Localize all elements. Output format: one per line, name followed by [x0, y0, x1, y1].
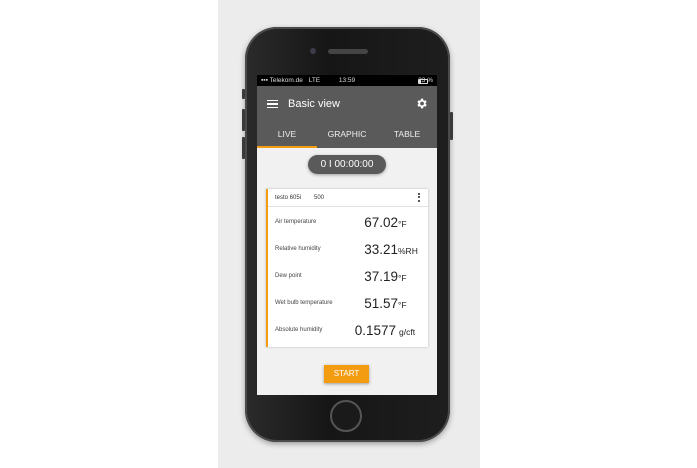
measurement-timer: 0 I 00:00:00: [308, 155, 386, 174]
tab-table[interactable]: TABLE: [377, 122, 437, 148]
more-options-icon[interactable]: [418, 193, 420, 203]
device-name: testo 605i: [275, 195, 302, 201]
reading-unit: °F: [398, 219, 407, 229]
reading-row-absolute-humidity: Absolute humidity 0.1577 g/cft: [268, 317, 428, 344]
volume-up-button: [242, 109, 245, 131]
clock: 13:59: [338, 77, 356, 84]
card-header: testo 605i 500: [268, 189, 428, 207]
reading-unit: °F: [398, 273, 407, 283]
start-button[interactable]: START: [324, 365, 369, 383]
device-serial: 500: [314, 195, 325, 201]
device-readings-card: testo 605i 500 Air temperature 67.02 °F …: [266, 189, 428, 347]
reading-value: 0.1577: [354, 323, 396, 338]
phone-frame: ▪▪▪ Telekom.de LTE 13:59 23 % Basic view…: [242, 27, 453, 442]
hamburger-menu-icon[interactable]: [267, 100, 278, 108]
reading-row-dew-point: Dew point 37.19 °F: [268, 263, 428, 290]
app-screen: ▪▪▪ Telekom.de LTE 13:59 23 % Basic view…: [257, 75, 437, 395]
page-title: Basic view: [288, 98, 340, 110]
view-tabs: LIVE GRAPHIC TABLE: [257, 122, 437, 148]
battery-status: 23 %: [418, 77, 433, 84]
mute-switch: [242, 89, 245, 99]
reading-label: Wet bulb temperature: [275, 300, 333, 306]
app-bar: Basic view: [257, 86, 437, 122]
home-button[interactable]: [330, 400, 362, 432]
earpiece-speaker: [328, 49, 368, 54]
reading-unit: %RH: [398, 246, 418, 256]
reading-value: 67.02: [364, 215, 398, 230]
battery-icon: [418, 79, 429, 84]
reading-label: Absolute humidity: [275, 327, 323, 333]
tab-graphic[interactable]: GRAPHIC: [317, 122, 377, 148]
power-button: [450, 112, 453, 140]
reading-row-relative-humidity: Relative humidity 33.21 %RH: [268, 236, 428, 263]
gear-icon[interactable]: [415, 97, 428, 110]
reading-row-wet-bulb-temperature: Wet bulb temperature 51.57 °F: [268, 290, 428, 317]
status-bar: ▪▪▪ Telekom.de LTE 13:59 23 %: [257, 75, 437, 86]
reading-value: 33.21: [364, 242, 398, 257]
volume-down-button: [242, 137, 245, 159]
reading-label: Air temperature: [275, 219, 317, 225]
reading-row-air-temperature: Air temperature 67.02 °F: [268, 209, 428, 236]
tab-live[interactable]: LIVE: [257, 122, 317, 148]
front-camera: [310, 48, 316, 54]
reading-value: 37.19: [364, 269, 398, 284]
reading-value: 51.57: [364, 296, 398, 311]
reading-unit: g/cft: [399, 327, 416, 337]
reading-label: Relative humidity: [275, 246, 321, 252]
reading-label: Dew point: [275, 273, 302, 279]
reading-unit: °F: [398, 300, 407, 310]
